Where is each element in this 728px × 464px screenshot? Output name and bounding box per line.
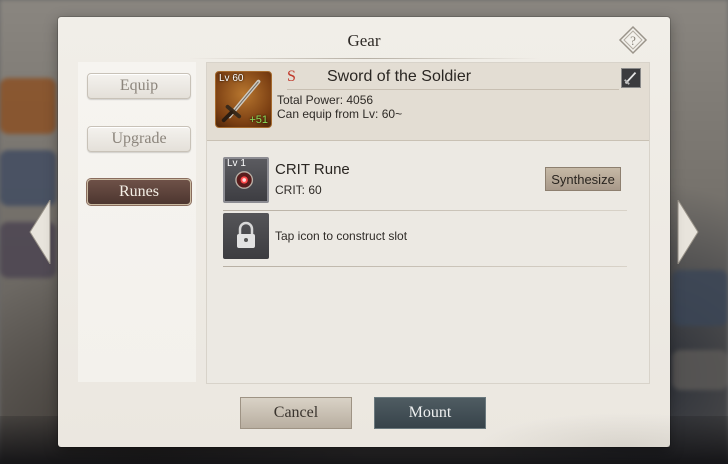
rune-stat: CRIT: 60 [275,183,322,197]
prev-gear-arrow[interactable] [28,198,52,266]
dialog-title: Gear [347,31,381,50]
tab-runes[interactable]: Runes [87,179,191,205]
lock-icon[interactable] [223,213,269,259]
row-divider [223,266,627,267]
runes-panel: Lv 60 +51 S Sword of the Soldier Total P… [206,62,650,384]
total-power: Total Power: 4056 [277,93,374,107]
help-icon[interactable]: ? [618,25,648,55]
gear-level: Lv 60 [219,73,244,84]
svg-text:?: ? [630,33,636,48]
equipped-check-icon [621,68,641,88]
decorative-brush [450,407,670,447]
tab-equip[interactable]: Equip [87,73,191,99]
title-divider [188,58,540,59]
equip-level-requirement: Can equip from Lv: 60~ [277,107,403,121]
rune-slot-1: Lv 1 CRIT Rune CRIT: 60 Synthesize [223,157,627,211]
rune-level: Lv 1 [227,158,246,169]
gear-name-divider [287,89,619,90]
gear-summary: Lv 60 +51 S Sword of the Soldier Total P… [207,63,649,141]
gear-name: Sword of the Soldier [327,68,472,85]
rune-name: CRIT Rune [275,161,350,178]
crit-rune-icon[interactable]: Lv 1 [223,157,269,203]
gear-enhance-level: +51 [249,114,268,126]
rune-slot-locked: Tap icon to construct slot [223,213,627,267]
next-gear-arrow[interactable] [676,198,700,266]
locked-slot-text: Tap icon to construct slot [275,229,408,243]
cancel-button[interactable]: Cancel [240,397,352,429]
sword-icon[interactable]: Lv 60 +51 [215,71,272,128]
tab-list: Equip Upgrade Runes [78,62,196,382]
tab-upgrade[interactable]: Upgrade [87,126,191,152]
row-divider [223,210,627,211]
synthesize-button[interactable]: Synthesize [545,167,621,191]
gear-dialog: Gear ? Equip Upgrade Runes Lv 60 +51 S S… [58,17,670,447]
gear-grade: S [287,68,296,85]
